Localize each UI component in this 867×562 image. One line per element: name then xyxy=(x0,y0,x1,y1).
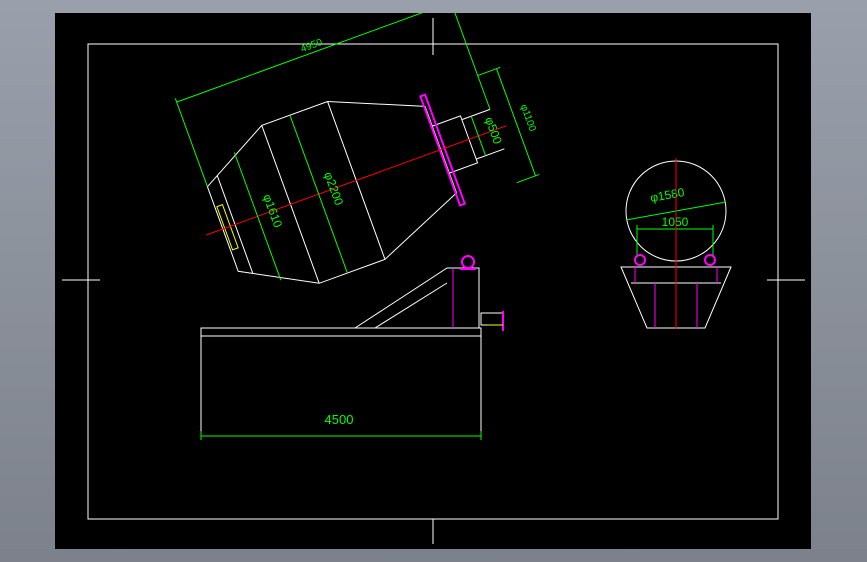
opening-diameter-label: φ1610 xyxy=(260,192,285,229)
drum-length-label: 4950 xyxy=(299,37,324,55)
end-circle-diameter-label: φ1580 xyxy=(649,185,686,205)
drawing-svg: 4500 4950 φ1610 φ2200 φ500 φ1100 φ1580 1… xyxy=(62,13,805,544)
drum-diameter-label: φ2200 xyxy=(321,170,346,207)
end-base-width-label: 1050 xyxy=(662,215,689,229)
support-stand xyxy=(354,267,504,331)
support-bearing xyxy=(460,255,476,270)
drawing-canvas[interactable]: 4500 4950 φ1610 φ2200 φ500 φ1100 φ1580 1… xyxy=(55,13,811,549)
neck-diameter-label: φ500 xyxy=(482,115,505,146)
base-length-dimension xyxy=(200,431,482,440)
base-length-label: 4500 xyxy=(325,412,354,427)
cad-viewport[interactable]: 4500 4950 φ1610 φ2200 φ500 φ1100 φ1580 1… xyxy=(0,0,867,562)
end-view: φ1580 1050 xyxy=(620,158,732,329)
shaft-diameter-label: φ1100 xyxy=(518,103,538,133)
mixer-drum: 4950 φ1610 φ2200 φ500 φ1100 xyxy=(174,13,540,284)
